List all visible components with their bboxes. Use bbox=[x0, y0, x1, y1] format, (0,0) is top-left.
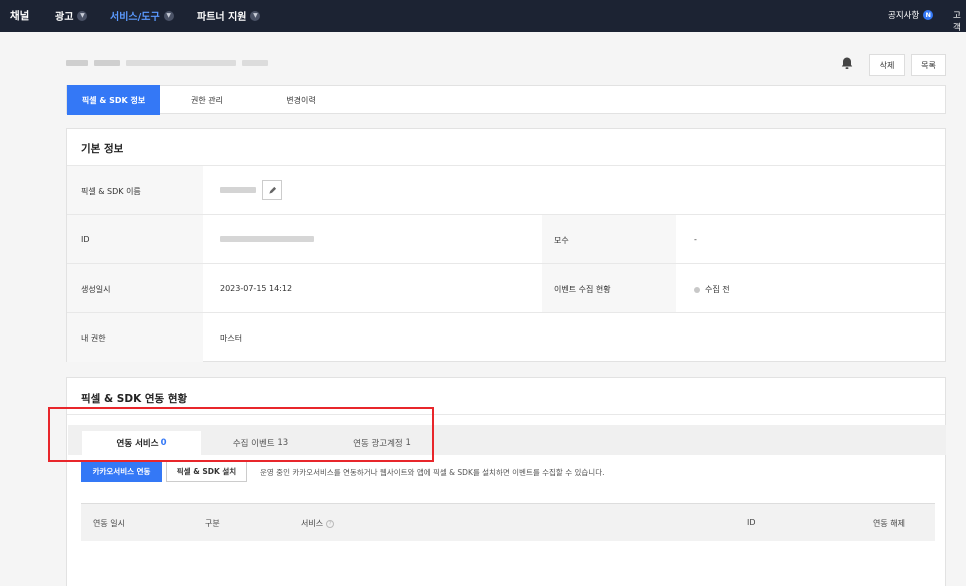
redacted-text bbox=[242, 60, 268, 66]
bell-icon[interactable] bbox=[840, 56, 854, 70]
chevron-down-icon: ▼ bbox=[250, 10, 261, 21]
mother-label: 모수 bbox=[554, 236, 569, 245]
tab-permission-management[interactable]: 권한 관리 bbox=[175, 86, 239, 114]
event-status-value: 수집 전 bbox=[705, 285, 730, 294]
detail-tabs: 픽셀 & SDK 정보 권한 관리 변경이력 bbox=[66, 85, 946, 115]
notice-link[interactable]: 공지사항 N bbox=[888, 9, 934, 21]
nav-item-services-tools[interactable]: 서비스/도구 ▼ bbox=[110, 8, 174, 23]
nav-item-partner-support[interactable]: 파트너 지원 ▼ bbox=[197, 8, 261, 23]
permission-value: 마스터 bbox=[220, 334, 243, 343]
redacted-text bbox=[66, 60, 88, 66]
column-header-service: 서비스? bbox=[301, 518, 335, 529]
chevron-down-icon: ▼ bbox=[77, 10, 88, 21]
basic-info-card: 기본 정보 픽셀 & SDK 이름 ID 모수 - 생성일시 2023-07-1… bbox=[66, 128, 946, 362]
nav-item-label: 서비스/도구 bbox=[110, 12, 160, 23]
redacted-name bbox=[220, 187, 256, 193]
event-status: 수집 전 bbox=[694, 284, 730, 295]
mother-value: - bbox=[694, 235, 697, 244]
info-row-id: ID 모수 - bbox=[67, 214, 945, 263]
column-header: 연동 일시 bbox=[93, 519, 125, 528]
new-badge: N bbox=[923, 10, 934, 20]
link-kakao-service-button[interactable]: 카카오서비스 연동 bbox=[81, 460, 162, 482]
created-value: 2023-07-15 14:12 bbox=[220, 284, 293, 293]
tab-pixel-sdk-info[interactable]: 픽셀 & SDK 정보 bbox=[67, 85, 160, 115]
redacted-text bbox=[94, 60, 120, 66]
nav-item-label: 광고 bbox=[55, 12, 74, 23]
event-status-label: 이벤트 수집 현황 bbox=[554, 285, 611, 294]
install-pixel-sdk-button[interactable]: 픽셀 & SDK 설치 bbox=[166, 460, 247, 482]
basic-info-title: 기본 정보 bbox=[81, 143, 124, 155]
info-text: 운영 중인 카카오서비스를 연동하거나 웹사이트와 앱에 픽셀 & SDK를 설… bbox=[260, 468, 605, 477]
id-label: ID bbox=[81, 235, 90, 244]
tab-change-history[interactable]: 변경이력 bbox=[269, 86, 333, 114]
redacted-id bbox=[220, 236, 314, 242]
created-label: 생성일시 bbox=[81, 285, 111, 294]
top-navigation: 채널 광고 ▼ 서비스/도구 ▼ 파트너 지원 ▼ 공지사항 N 고객 bbox=[0, 0, 966, 33]
edit-name-button[interactable] bbox=[262, 180, 282, 200]
list-button[interactable]: 목록 bbox=[911, 54, 946, 76]
nav-item-label: 파트너 지원 bbox=[197, 12, 247, 23]
linkage-title: 픽셀 & SDK 연동 현황 bbox=[81, 393, 188, 405]
chevron-down-icon: ▼ bbox=[163, 10, 174, 21]
nav-item-ads[interactable]: 광고 ▼ bbox=[55, 8, 88, 23]
channel-brand[interactable]: 채널 bbox=[10, 8, 29, 23]
column-header: 구분 bbox=[205, 519, 220, 528]
pencil-icon bbox=[268, 186, 276, 194]
highlight-box bbox=[48, 407, 434, 462]
notice-label: 공지사항 bbox=[888, 11, 920, 21]
delete-button[interactable]: 삭제 bbox=[869, 54, 905, 76]
redacted-text bbox=[126, 60, 236, 66]
info-row-created: 생성일시 2023-07-15 14:12 이벤트 수집 현황 수집 전 bbox=[67, 263, 945, 312]
help-icon[interactable]: ? bbox=[326, 519, 335, 528]
column-header: 서비스 bbox=[301, 519, 324, 528]
column-header: 연동 해제 bbox=[873, 519, 905, 528]
permission-label: 내 권한 bbox=[81, 334, 106, 343]
status-dot bbox=[694, 286, 700, 293]
linkage-table-header: 연동 일시 구분 서비스? ID 연동 해제 bbox=[81, 503, 935, 541]
info-row-permission: 내 권한 마스터 bbox=[67, 312, 945, 362]
customer-link[interactable]: 고객 bbox=[953, 9, 966, 33]
column-header: ID bbox=[747, 518, 756, 527]
name-label: 픽셀 & SDK 이름 bbox=[81, 187, 141, 196]
info-row-name: 픽셀 & SDK 이름 bbox=[67, 165, 945, 214]
